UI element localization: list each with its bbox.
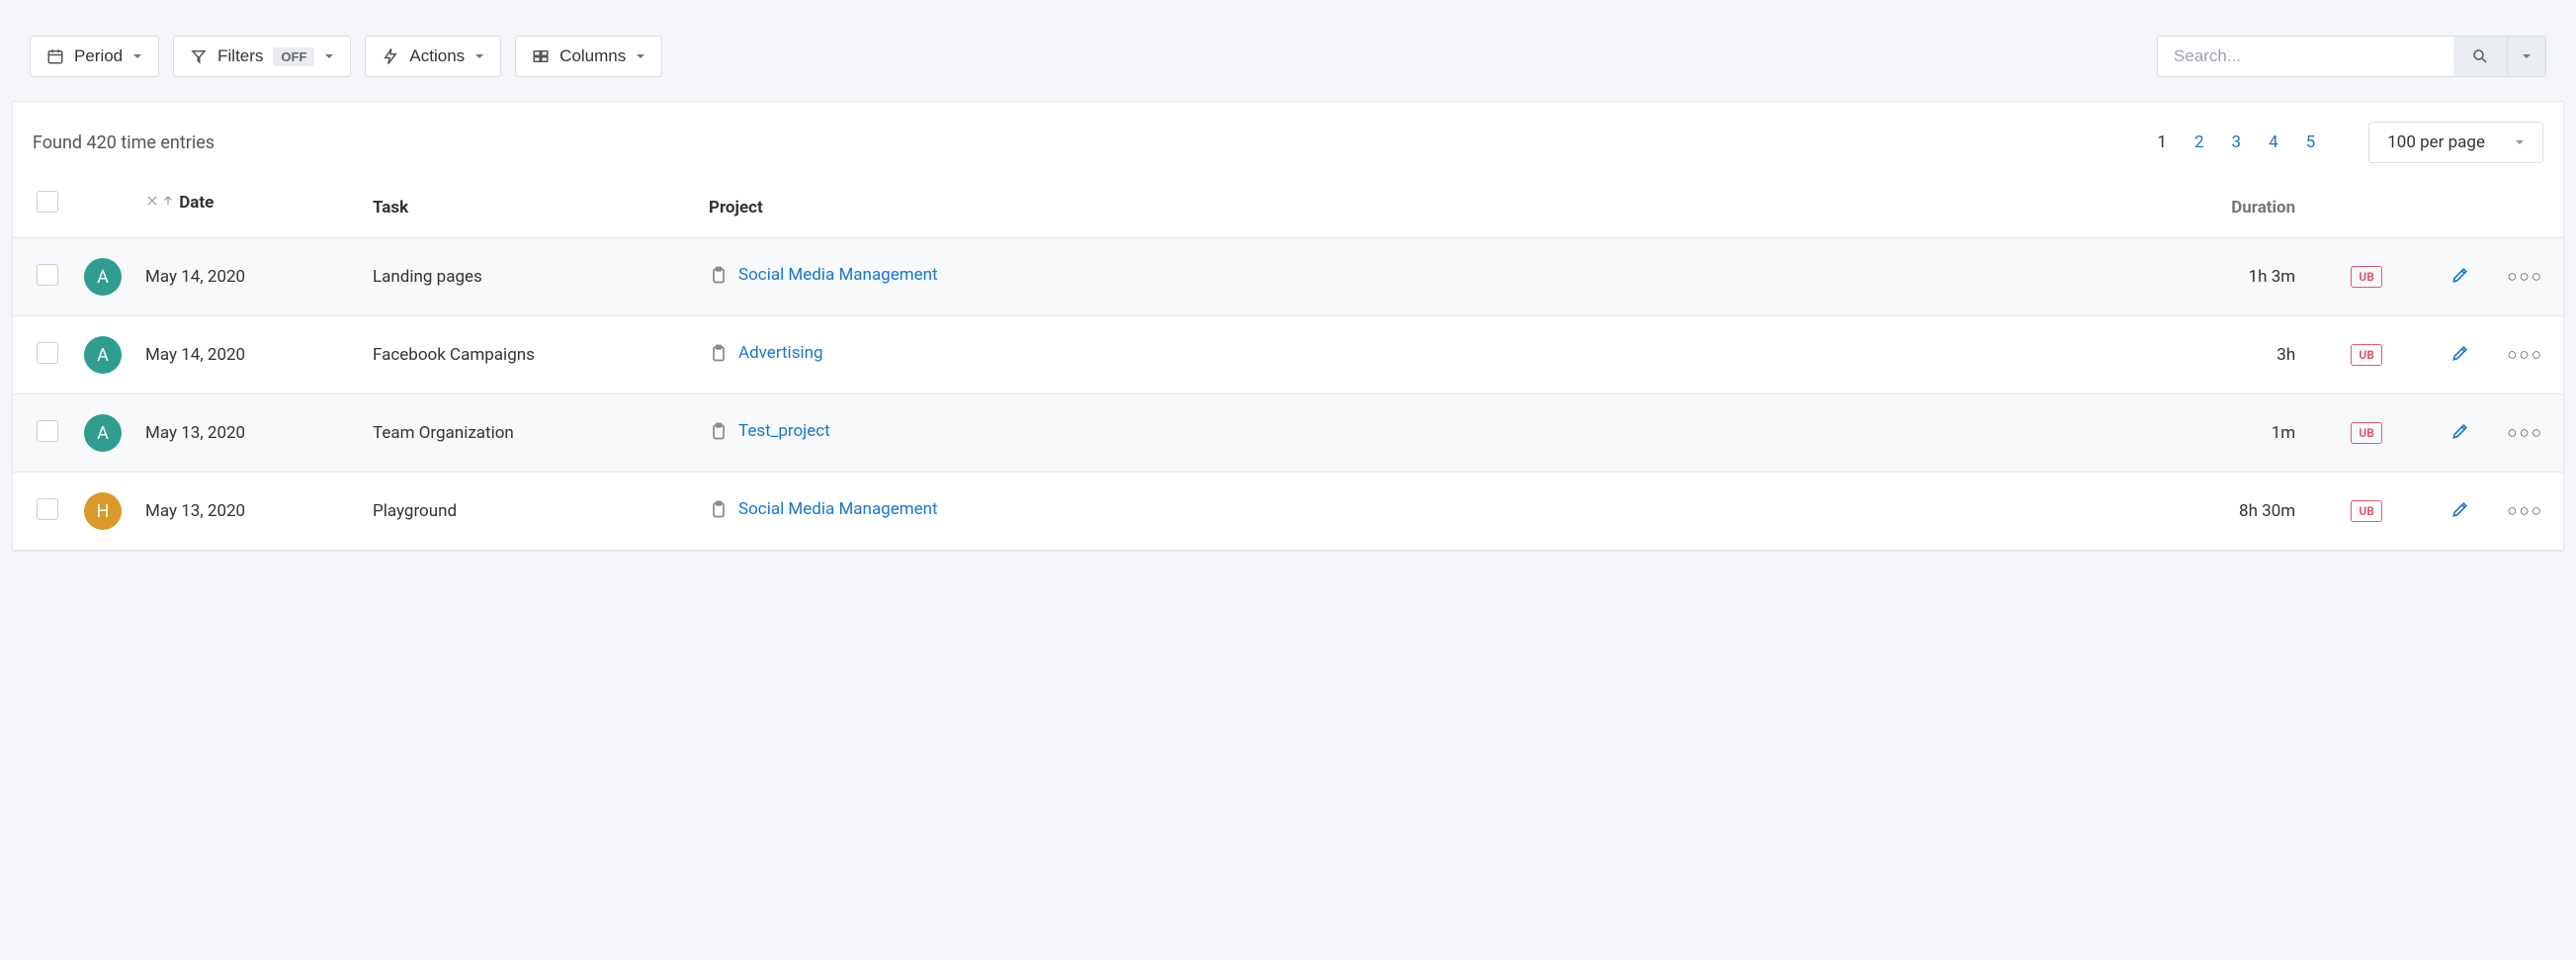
search-input[interactable] [2157,36,2453,77]
clipboard-icon [709,499,729,519]
project-name: Test_project [738,421,830,441]
status-badge: UB [2351,500,2382,522]
filters-button[interactable]: Filters OFF [173,36,351,77]
content-panel: Found 420 time entries 1 2 3 4 5 100 per pag… [12,101,2564,552]
search-dropdown-button[interactable] [2508,36,2546,77]
row-checkbox[interactable] [37,342,58,364]
more-button[interactable]: ○○○ [2507,267,2543,287]
chevron-down-icon [2515,137,2525,147]
search-button[interactable] [2453,36,2508,77]
project-name: Social Media Management [738,265,938,285]
more-icon: ○○○ [2507,267,2543,287]
results-count: Found 420 time entries [33,132,215,153]
more-button[interactable]: ○○○ [2507,423,2543,443]
row-date: May 14, 2020 [145,345,245,365]
row-duration: 1m [2272,423,2295,443]
chevron-down-icon [324,51,334,61]
per-page-label: 100 per page [2387,132,2485,152]
project-link[interactable]: Test_project [709,421,830,441]
chevron-down-icon [2522,51,2532,61]
more-icon: ○○○ [2507,501,2543,521]
more-button[interactable]: ○○○ [2507,345,2543,365]
columns-label: Columns [559,46,626,66]
period-label: Period [74,46,123,66]
status-badge: UB [2351,422,2382,444]
row-task: Playground [373,501,457,521]
columns-icon [532,47,550,65]
sort-indicator-icon[interactable] [145,194,175,208]
page-number[interactable]: 4 [2269,132,2278,152]
row-checkbox[interactable] [37,420,58,442]
status-badge: UB [2351,344,2382,366]
chevron-down-icon [132,51,142,61]
more-button[interactable]: ○○○ [2507,501,2543,521]
chevron-down-icon [636,51,645,61]
row-duration: 8h 30m [2239,501,2295,521]
col-header-project: Project [709,198,763,218]
calendar-icon [46,47,64,65]
search-group [2157,36,2546,77]
col-header-duration: Duration [2231,198,2295,218]
clipboard-icon [709,343,729,363]
avatar: A [84,336,122,374]
page-number: 1 [2157,132,2167,152]
page-number[interactable]: 5 [2306,132,2316,152]
page-number[interactable]: 2 [2194,132,2204,152]
project-name: Social Media Management [738,499,938,519]
page-number[interactable]: 3 [2232,132,2242,152]
filters-state-badge: OFF [273,47,314,66]
row-task: Team Organization [373,423,514,443]
project-link[interactable]: Social Media Management [709,265,938,285]
edit-button[interactable] [2450,426,2470,446]
status-badge: UB [2351,266,2382,288]
select-all-checkbox[interactable] [37,191,58,213]
row-checkbox[interactable] [37,264,58,286]
lightning-icon [382,47,399,65]
project-link[interactable]: Social Media Management [709,499,938,519]
pagination: 1 2 3 4 5 [2157,132,2315,152]
clipboard-icon [709,265,729,285]
table-row: A May 14, 2020 Facebook Campaigns Advertisi… [13,316,2563,394]
table-row: H May 13, 2020 Playground Social Media Mana… [13,473,2563,551]
per-page-select[interactable]: 100 per page [2368,122,2543,163]
pencil-icon [2450,421,2470,441]
row-checkbox[interactable] [37,498,58,520]
project-name: Advertising [738,343,823,363]
pencil-icon [2450,499,2470,519]
edit-button[interactable] [2450,504,2470,524]
avatar: H [84,492,122,530]
pencil-icon [2450,343,2470,363]
row-date: May 14, 2020 [145,267,245,287]
actions-label: Actions [409,46,465,66]
period-button[interactable]: Period [30,36,159,77]
filters-label: Filters [217,46,263,66]
row-duration: 1h 3m [2249,267,2296,287]
col-header-date: Date [179,193,214,213]
edit-button[interactable] [2450,270,2470,290]
actions-button[interactable]: Actions [365,36,501,77]
search-icon [2471,47,2489,65]
col-header-task: Task [373,198,408,218]
row-date: May 13, 2020 [145,423,245,443]
edit-button[interactable] [2450,348,2470,368]
columns-button[interactable]: Columns [515,36,662,77]
row-date: May 13, 2020 [145,501,245,521]
more-icon: ○○○ [2507,345,2543,365]
row-task: Facebook Campaigns [373,345,535,365]
project-link[interactable]: Advertising [709,343,823,363]
time-entries-table: Date Task Project Duration A May 14, 2020… [13,191,2563,551]
avatar: A [84,258,122,296]
table-row: A May 13, 2020 Team Organization Test_proje… [13,394,2563,473]
table-row: A May 14, 2020 Landing pages Social Media M… [13,238,2563,316]
row-duration: 3h [2276,345,2295,365]
clipboard-icon [709,421,729,441]
more-icon: ○○○ [2507,423,2543,443]
avatar: A [84,414,122,452]
chevron-down-icon [474,51,484,61]
toolbar: Period Filters OFF Actions [12,12,2564,101]
filter-icon [190,47,208,65]
row-task: Landing pages [373,267,482,287]
pencil-icon [2450,265,2470,285]
